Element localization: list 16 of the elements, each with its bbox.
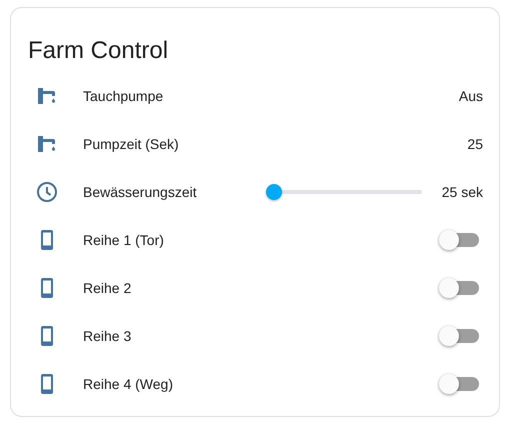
- entity-name: Reihe 2: [83, 280, 132, 296]
- state-value: Aus: [458, 88, 483, 104]
- entity-name: Reihe 1 (Tor): [83, 232, 165, 248]
- entity-name: Reihe 4 (Weg): [83, 376, 174, 392]
- slider-value: 25 sek: [442, 184, 483, 200]
- entity-name: Reihe 3: [83, 328, 132, 344]
- toggle-switch[interactable]: [439, 228, 479, 252]
- entity-name: Tauchpumpe: [83, 88, 164, 104]
- entity-name: Bewässerungszeit: [83, 184, 198, 200]
- state-value: 25: [467, 136, 483, 152]
- clock-icon: [35, 180, 59, 204]
- toggle-switch[interactable]: [439, 324, 479, 348]
- toggle-switch[interactable]: [439, 372, 479, 396]
- card-title: Farm Control: [27, 36, 170, 66]
- toggle-switch[interactable]: [439, 276, 479, 300]
- entity-name: Pumpzeit (Sek): [83, 136, 180, 152]
